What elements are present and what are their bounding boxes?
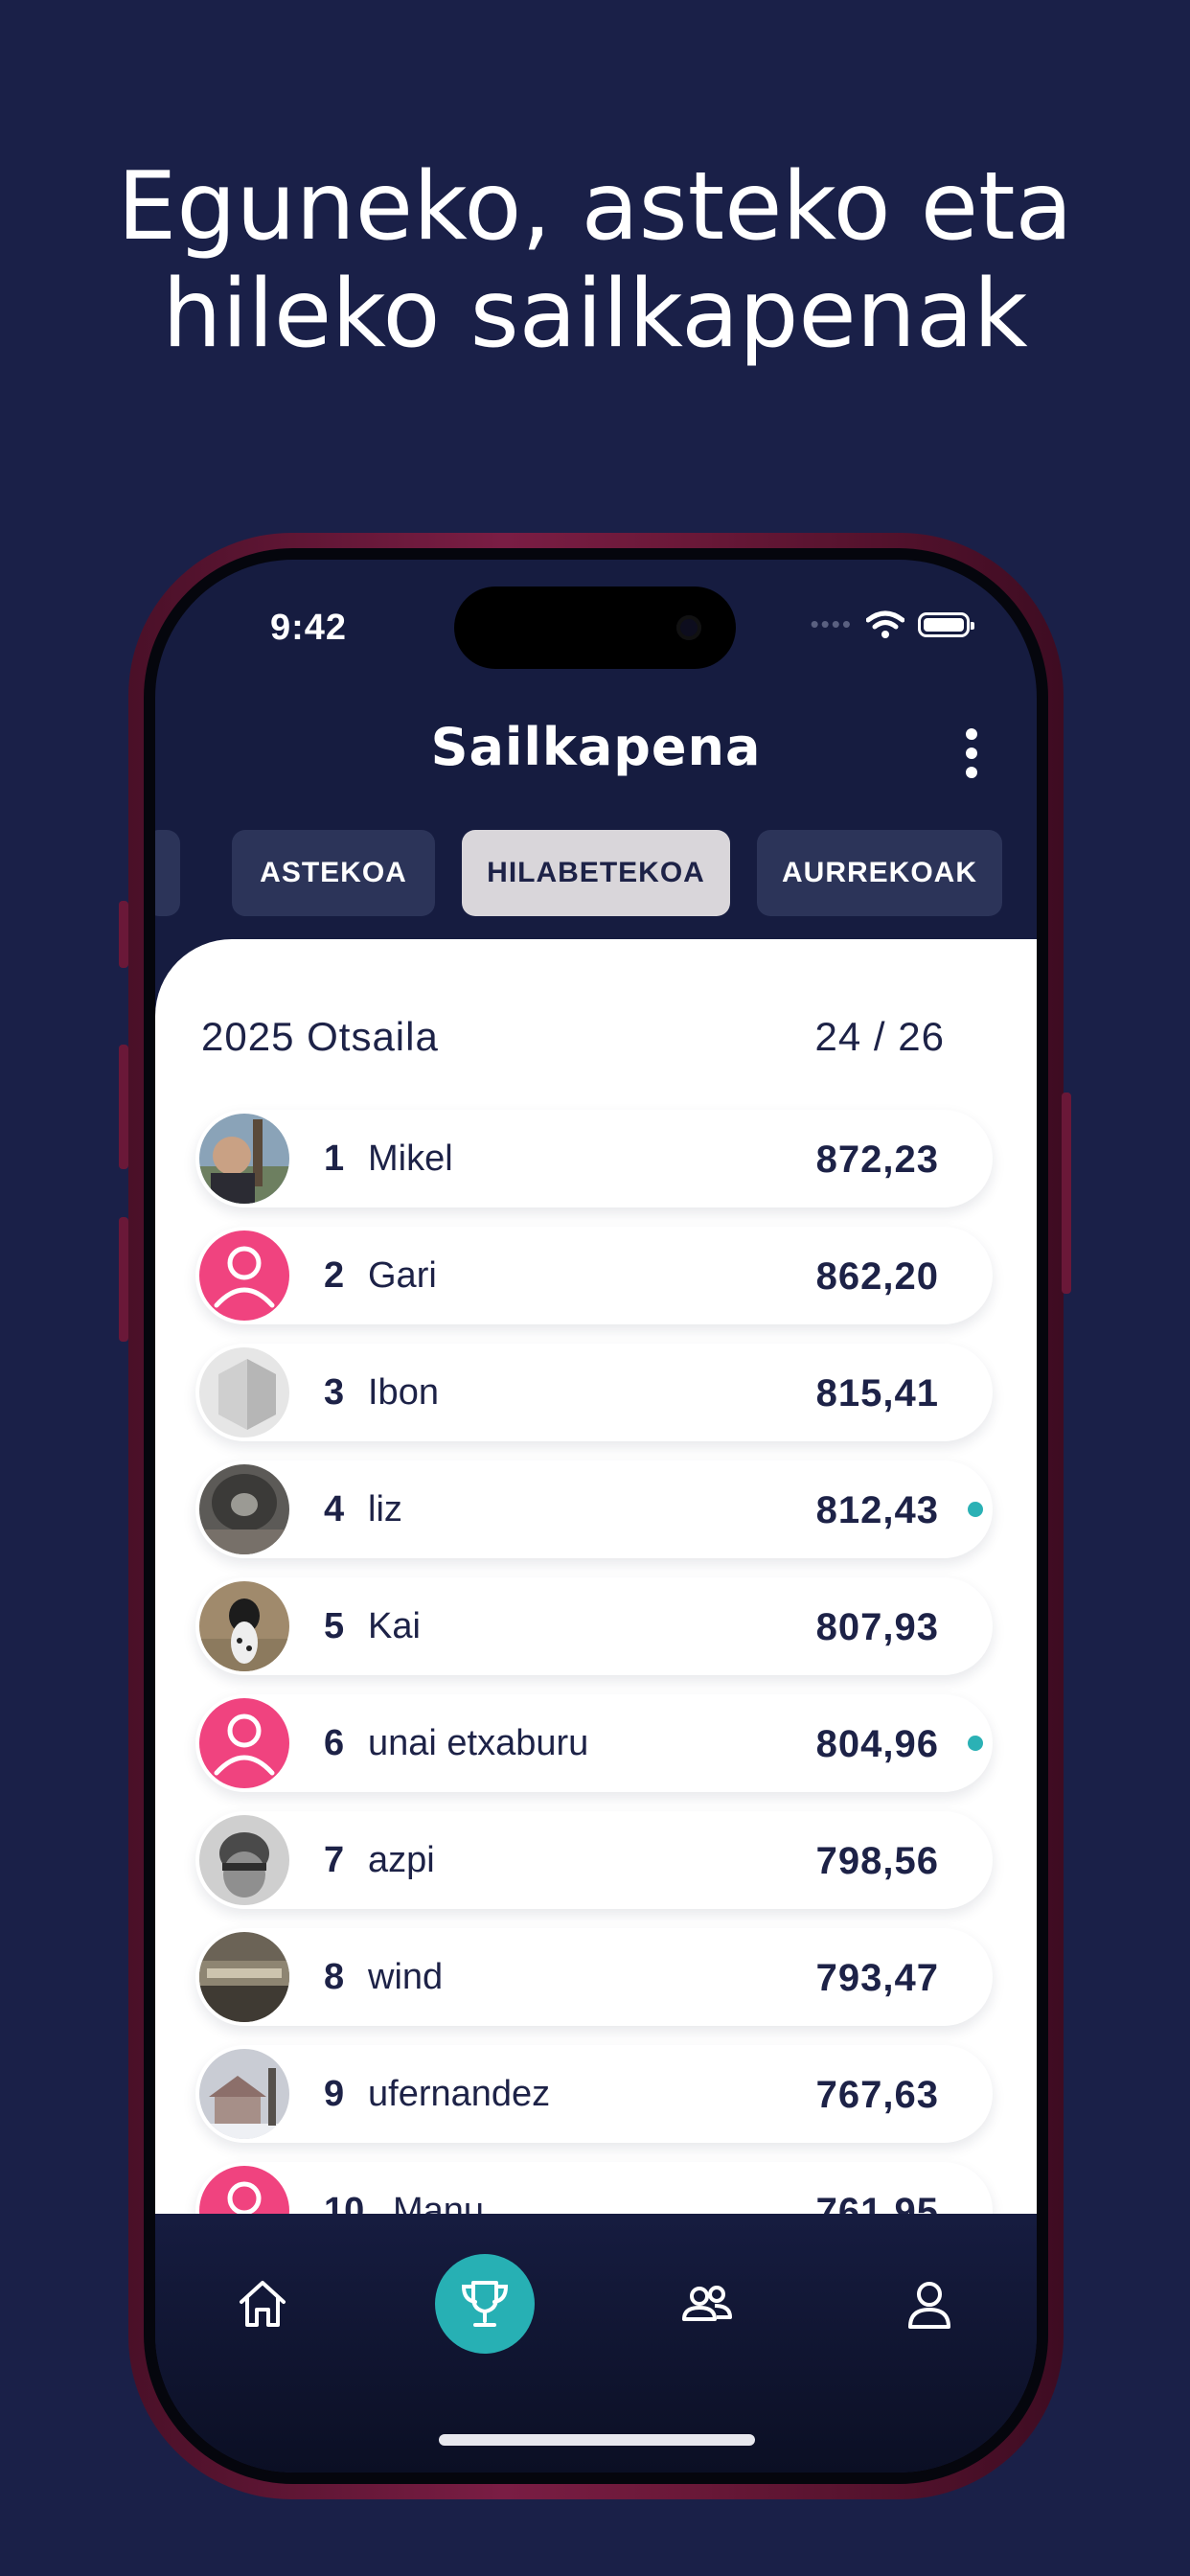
wifi-icon — [866, 610, 904, 638]
headline-line-1: Eguneko, asteko eta — [117, 152, 1073, 262]
home-icon — [240, 2281, 286, 2327]
rank-name: wind — [368, 1957, 444, 1997]
rank-score: 793,47 — [815, 1957, 939, 1999]
list-item[interactable]: 3 Ibon 815,41 — [195, 1344, 993, 1441]
phone-action-button — [119, 901, 128, 968]
rank-score: 862,20 — [815, 1255, 939, 1298]
photo-cube-icon — [199, 1347, 289, 1438]
rank-name: ufernandez — [368, 2074, 551, 2114]
list-item[interactable]: 8 wind 793,47 — [195, 1928, 993, 2026]
list-item[interactable]: 7 azpi 798,56 — [195, 1811, 993, 1909]
photo-tunnel-icon — [199, 1464, 289, 1554]
rank-score: 872,23 — [815, 1138, 939, 1181]
battery-icon — [918, 611, 974, 637]
photo-man-icon — [199, 1114, 289, 1204]
default-user-icon — [199, 1698, 289, 1788]
rank-number: 3 — [324, 1372, 345, 1413]
tab-weekly[interactable]: ASTEKOA — [232, 830, 435, 916]
nav-profile[interactable] — [880, 2254, 979, 2354]
dynamic-island — [454, 586, 736, 669]
headline-line-2: hileko sailkapenak — [162, 260, 1028, 369]
tab-previous[interactable]: AURREKOAK — [757, 830, 1002, 916]
rank-score: 807,93 — [815, 1606, 939, 1648]
rank-number: 6 — [324, 1723, 345, 1763]
phone-volume-up-button — [119, 1045, 128, 1169]
rank-name: Gari — [368, 1255, 437, 1296]
ranking-sheet: 2025 Otsaila 24 / 26 1 Mikel 872,23 2 Ga… — [155, 939, 1037, 2260]
camera-icon — [676, 615, 701, 640]
ranking-tabs: ASTEKOA HILABETEKOA AURREKOAK — [155, 830, 1037, 916]
profile-icon — [908, 2282, 950, 2329]
rank-name: liz — [368, 1489, 402, 1530]
nav-rankings[interactable] — [435, 2254, 535, 2354]
online-indicator — [968, 1736, 983, 1751]
home-indicator[interactable] — [439, 2434, 755, 2446]
list-item[interactable]: 2 Gari 862,20 — [195, 1227, 993, 1324]
users-icon — [682, 2286, 732, 2321]
phone-volume-down-button — [119, 1217, 128, 1342]
nav-home[interactable] — [213, 2254, 312, 2354]
rank-name: unai etxaburu — [368, 1723, 589, 1763]
default-user-icon — [199, 1230, 289, 1321]
photo-dog-icon — [199, 1581, 289, 1671]
status-icons: •••• — [810, 610, 974, 639]
rank-number: 1 — [324, 1138, 345, 1179]
period-month: 2025 Otsaila — [201, 1014, 439, 1059]
promo-headline: Eguneko, asteko eta hileko sailkapenak — [0, 153, 1190, 368]
rank-score: 767,63 — [815, 2074, 939, 2116]
rank-score: 812,43 — [815, 1489, 939, 1531]
tab-previous-partial[interactable] — [155, 830, 180, 916]
rank-name: Ibon — [368, 1372, 439, 1413]
period-pages: 24 / 26 — [814, 1014, 945, 1059]
rank-number: 2 — [324, 1255, 345, 1296]
rank-number: 9 — [324, 2074, 345, 2114]
list-item[interactable]: 5 Kai 807,93 — [195, 1577, 993, 1675]
signal-icon: •••• — [810, 610, 853, 638]
more-options-icon[interactable] — [962, 728, 981, 786]
rank-number: 8 — [324, 1957, 345, 1997]
phone-screen: 9:42 •••• Sailkapena ASTEKOA HILABETEKOA… — [155, 560, 1037, 2472]
rank-score: 804,96 — [815, 1723, 939, 1765]
list-item[interactable]: 4 liz 812,43 — [195, 1460, 993, 1558]
list-item[interactable]: 9 ufernandez 767,63 — [195, 2045, 993, 2143]
list-item[interactable]: 6 unai etxaburu 804,96 — [195, 1694, 993, 1792]
rank-name: Mikel — [368, 1138, 453, 1179]
phone-power-button — [1062, 1092, 1071, 1294]
trophy-icon — [461, 2281, 509, 2327]
rank-number: 5 — [324, 1606, 345, 1646]
tab-monthly[interactable]: HILABETEKOA — [462, 830, 730, 916]
photo-snow-icon — [199, 2049, 289, 2139]
status-time: 9:42 — [270, 608, 348, 648]
list-item[interactable]: 1 Mikel 872,23 — [195, 1110, 993, 1208]
page-title: Sailkapena — [430, 717, 762, 777]
rank-number: 7 — [324, 1840, 345, 1880]
rank-score: 815,41 — [815, 1372, 939, 1414]
rank-number: 4 — [324, 1489, 345, 1530]
online-indicator — [968, 1502, 983, 1517]
rank-name: azpi — [368, 1840, 435, 1880]
rank-score: 798,56 — [815, 1840, 939, 1882]
photo-sign-icon — [199, 1932, 289, 2022]
photo-man-bw-icon — [199, 1815, 289, 1905]
rank-name: Kai — [368, 1606, 421, 1646]
nav-friends[interactable] — [657, 2254, 757, 2354]
ranking-list: 1 Mikel 872,23 2 Gari 862,20 3 Ibon 815,… — [195, 1110, 993, 2279]
